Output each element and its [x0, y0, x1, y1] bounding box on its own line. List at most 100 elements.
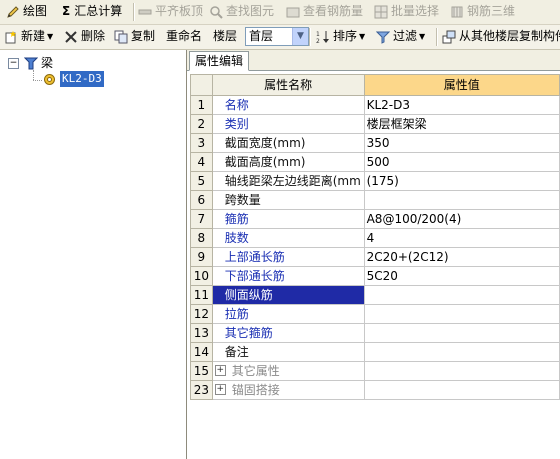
row-number[interactable]: 2	[190, 114, 213, 134]
table-row[interactable]: 13 其它箍筋	[190, 323, 560, 343]
property-name-cell[interactable]: 肢数	[211, 228, 365, 248]
property-name-cell[interactable]: 箍筋	[211, 209, 365, 229]
row-number[interactable]: 6	[190, 190, 213, 210]
table-row[interactable]: 2 类别 楼层框架梁	[190, 114, 560, 134]
rename-button[interactable]: 重命名	[166, 27, 202, 46]
component-tree: − 梁 KL2-D3	[0, 50, 187, 459]
table-row[interactable]: 4 截面高度(mm) 500	[190, 152, 560, 172]
property-value-cell[interactable]: 5C20	[363, 266, 560, 286]
property-value-cell[interactable]: 500	[363, 152, 560, 172]
rebar-3d-icon	[450, 5, 464, 19]
table-row[interactable]: 15 + 其它属性	[190, 361, 560, 381]
property-name-cell[interactable]: 类别	[211, 114, 365, 134]
row-number[interactable]: 3	[190, 133, 213, 153]
rebar-3d-button[interactable]: 钢筋三维	[450, 2, 515, 21]
row-number[interactable]: 14	[190, 342, 213, 362]
tab-property-edit[interactable]: 属性编辑	[189, 51, 250, 71]
chevron-down-icon[interactable]: ▼	[292, 28, 308, 45]
slab-icon	[138, 5, 152, 19]
property-value-cell[interactable]: (175)	[363, 171, 560, 191]
floor-label: 楼层	[213, 29, 238, 43]
expand-icon[interactable]: +	[214, 384, 226, 395]
property-value-cell[interactable]: A8@100/200(4)	[363, 209, 560, 229]
tree-node-kl2-d3[interactable]: KL2-D3	[43, 71, 104, 87]
delete-icon	[64, 30, 78, 44]
property-value-cell[interactable]	[363, 361, 560, 381]
property-name-cell[interactable]: 下部通长筋	[211, 266, 365, 286]
new-button[interactable]: 新建 ▼	[4, 27, 53, 46]
find-element-button[interactable]: 查找图元	[209, 2, 274, 21]
expand-icon[interactable]: +	[214, 365, 226, 376]
delete-button[interactable]: 删除	[64, 27, 105, 46]
table-row[interactable]: 12 拉筋	[190, 304, 560, 324]
property-name-cell[interactable]: 截面宽度(mm)	[211, 133, 365, 153]
table-row[interactable]: 6 跨数量	[190, 190, 560, 210]
row-number[interactable]: 8	[190, 228, 213, 248]
view-rebar-button[interactable]: 查看钢筋量	[286, 2, 363, 21]
property-name-cell[interactable]: + 锚固搭接	[211, 380, 365, 400]
property-value-cell[interactable]: 楼层框架梁	[363, 114, 560, 134]
filter-button[interactable]: 过滤 ▼	[375, 27, 425, 46]
copy-from-floor-button[interactable]: 从其他楼层复制构件	[442, 27, 560, 46]
row-number[interactable]: 13	[190, 323, 213, 343]
property-name-cell[interactable]: 上部通长筋	[211, 247, 365, 267]
table-row[interactable]: 5 轴线距梁左边线距离(mm (175)	[190, 171, 560, 191]
header-property-value[interactable]: 属性值	[363, 74, 560, 96]
new-icon	[4, 30, 18, 44]
property-name-cell[interactable]: 名称	[211, 95, 365, 115]
row-number[interactable]: 1	[190, 95, 213, 115]
header-property-name[interactable]: 属性名称	[211, 74, 365, 96]
property-value-cell[interactable]: 350	[363, 133, 560, 153]
row-number[interactable]: 9	[190, 247, 213, 267]
collapse-icon[interactable]: −	[8, 57, 19, 69]
property-name-cell[interactable]: + 其它属性	[211, 361, 365, 381]
property-value-cell[interactable]	[363, 323, 560, 343]
property-name-cell[interactable]: 拉筋	[211, 304, 365, 324]
group-label: 其它属性	[231, 364, 280, 378]
grid-select-icon	[374, 5, 388, 19]
table-row[interactable]: 1 名称 KL2-D3	[190, 95, 560, 115]
row-number[interactable]: 15	[190, 361, 213, 381]
row-number[interactable]: 11	[190, 285, 213, 305]
row-number[interactable]: 5	[190, 171, 213, 191]
property-name-cell[interactable]: 其它箍筋	[211, 323, 365, 343]
property-value-cell[interactable]: 2C20+(2C12)	[363, 247, 560, 267]
svg-text:2: 2	[316, 38, 320, 44]
table-row[interactable]: 14 备注	[190, 342, 560, 362]
property-value-cell[interactable]: KL2-D3	[363, 95, 560, 115]
row-number[interactable]: 4	[190, 152, 213, 172]
table-row[interactable]: 23 + 锚固搭接	[190, 380, 560, 400]
property-name-cell[interactable]: 截面高度(mm)	[211, 152, 365, 172]
property-value-cell[interactable]: 4	[363, 228, 560, 248]
property-name-cell[interactable]: 轴线距梁左边线距离(mm	[211, 171, 365, 191]
sort-button[interactable]: 12 排序 ▼	[316, 27, 365, 46]
row-number[interactable]: 12	[190, 304, 213, 324]
property-name-cell[interactable]: 备注	[211, 342, 365, 362]
table-row[interactable]: 10 下部通长筋 5C20	[190, 266, 560, 286]
property-value-cell[interactable]	[363, 380, 560, 400]
property-name-cell[interactable]: 侧面纵筋	[211, 285, 365, 305]
table-row[interactable]: 11 侧面纵筋	[190, 285, 560, 305]
property-pane: 属性编辑 属性名称 属性值 1 名称 KL2-D3 2 类别 楼层框架梁 3 截面宽度(mm)…	[187, 50, 560, 459]
property-value-cell[interactable]	[363, 304, 560, 324]
table-row[interactable]: 3 截面宽度(mm) 350	[190, 133, 560, 153]
chevron-down-icon: ▼	[47, 32, 54, 41]
property-value-cell[interactable]	[363, 190, 560, 210]
batch-select-button[interactable]: 批量选择	[374, 2, 439, 21]
table-row[interactable]: 7 箍筋 A8@100/200(4)	[190, 209, 560, 229]
table-row[interactable]: 9 上部通长筋 2C20+(2C12)	[190, 247, 560, 267]
property-value-cell[interactable]	[363, 285, 560, 305]
tree-node-beam[interactable]: − 梁	[8, 55, 53, 71]
copy-button[interactable]: 复制	[114, 27, 155, 46]
draw-button[interactable]: 绘图	[6, 2, 47, 21]
floor-select[interactable]: 首层 ▼	[245, 27, 309, 46]
summary-calc-button[interactable]: Σ 汇总计算	[62, 2, 122, 21]
row-number[interactable]: 23	[190, 380, 213, 400]
flat-slab-top-button[interactable]: 平齐板顶	[138, 2, 203, 21]
row-number[interactable]: 10	[190, 266, 213, 286]
table-header: 属性名称 属性值	[190, 74, 560, 96]
row-number[interactable]: 7	[190, 209, 213, 229]
table-row[interactable]: 8 肢数 4	[190, 228, 560, 248]
property-value-cell[interactable]	[363, 342, 560, 362]
property-name-cell[interactable]: 跨数量	[211, 190, 365, 210]
